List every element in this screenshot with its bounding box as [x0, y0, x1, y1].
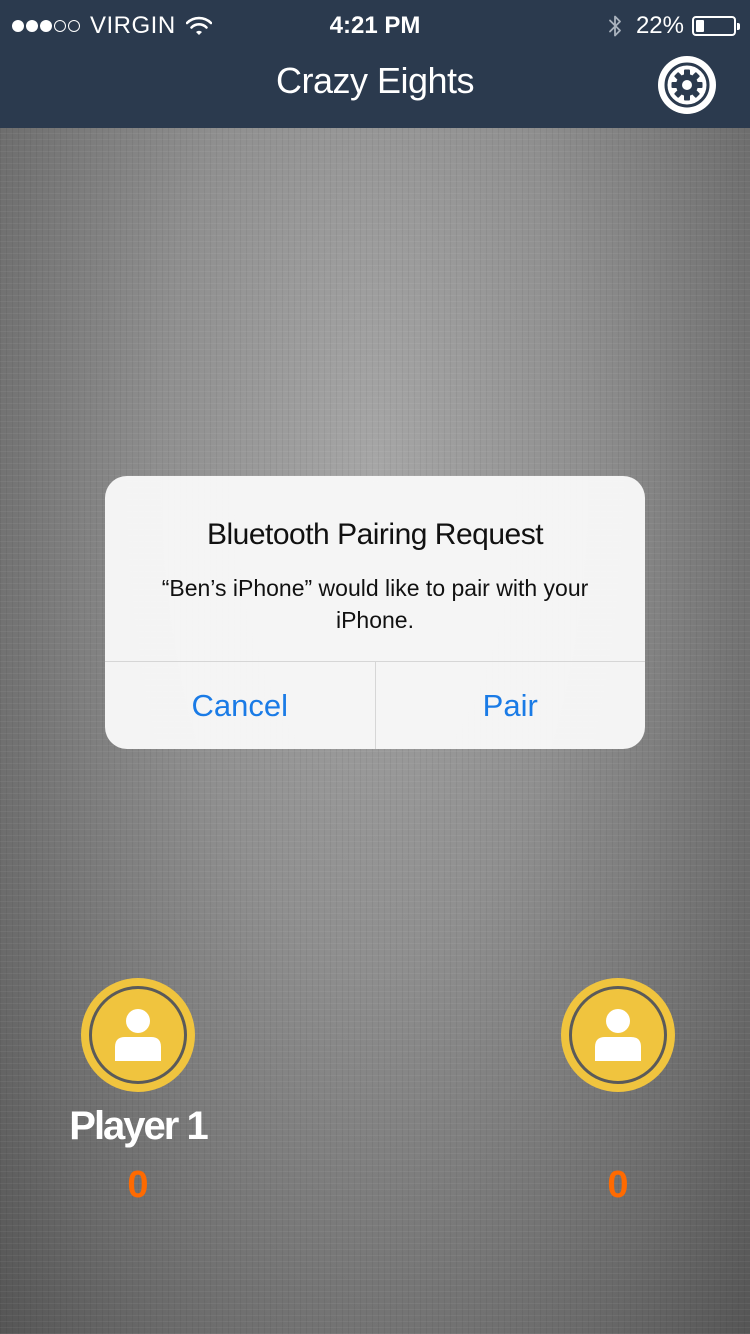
alert-message: “Ben’s iPhone” would like to pair with y…: [161, 575, 589, 633]
user-icon: [113, 1007, 163, 1063]
bluetooth-pairing-alert: Bluetooth Pairing Request “Ben’s iPhone”…: [105, 476, 645, 749]
status-bar: VIRGIN 4:21 PM 22%: [0, 0, 750, 52]
user-icon: [593, 1007, 643, 1063]
pair-button[interactable]: Pair: [376, 662, 646, 749]
game-screen: VIRGIN 4:21 PM 22% Crazy Eights Player 1…: [0, 0, 750, 1334]
player-score: 0: [127, 1164, 149, 1206]
app-title: Crazy Eights: [275, 60, 475, 101]
player-name: Player 1: [69, 1104, 208, 1148]
settings-button[interactable]: [658, 56, 716, 114]
alert-buttons: Cancel Pair: [105, 661, 645, 749]
battery-fill: [696, 20, 704, 32]
status-right: 22%: [608, 12, 740, 40]
player-score: 0: [607, 1164, 629, 1206]
battery-icon: [692, 16, 740, 36]
header-bar: VIRGIN 4:21 PM 22% Crazy Eights: [0, 0, 750, 128]
avatar-ring: [89, 986, 187, 1084]
battery-tip: [737, 23, 740, 30]
bluetooth-icon: [608, 14, 622, 38]
player-right: 0: [528, 978, 708, 1207]
battery-percent: 22%: [635, 12, 684, 39]
player-avatar[interactable]: [561, 978, 675, 1092]
player-avatar[interactable]: [81, 978, 195, 1092]
alert-title: Bluetooth Pairing Request: [206, 518, 544, 551]
gear-icon: [662, 60, 712, 110]
avatar-ring: [569, 986, 667, 1084]
player-left: Player 1 0: [48, 978, 228, 1207]
cancel-button[interactable]: Cancel: [105, 662, 376, 749]
